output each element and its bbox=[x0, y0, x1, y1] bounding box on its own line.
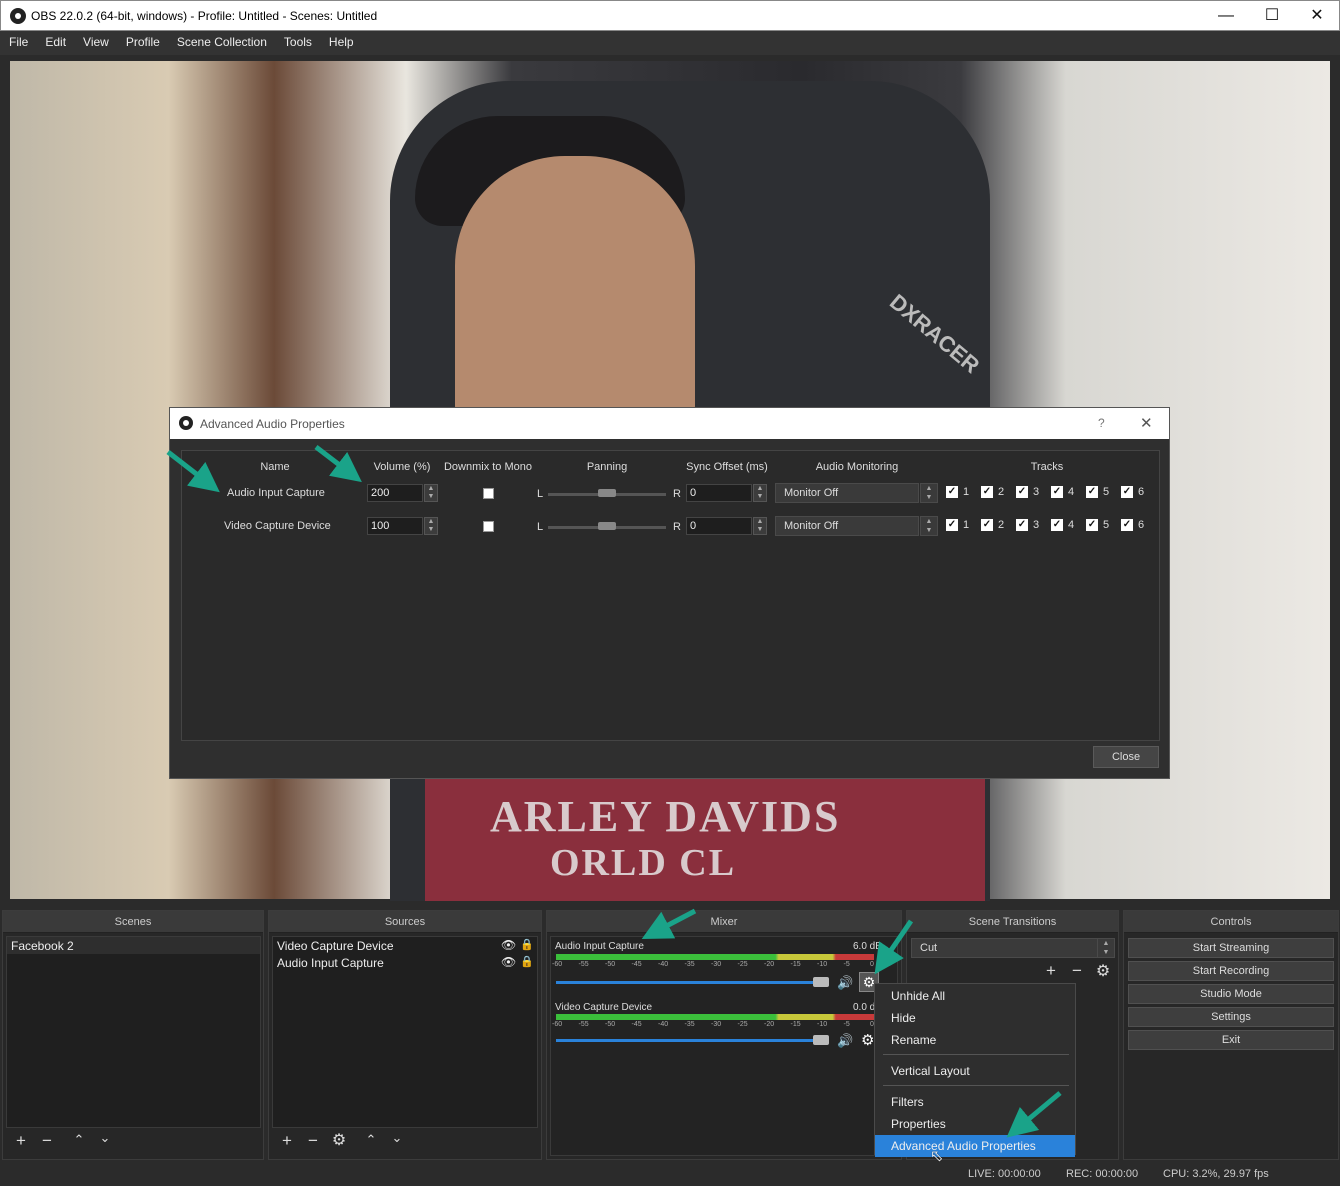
arrow-icon bbox=[314, 445, 362, 483]
arrow-icon bbox=[641, 908, 697, 939]
arrow-icon bbox=[166, 450, 220, 493]
arrow-icon bbox=[1006, 1091, 1062, 1138]
arrow-icon bbox=[874, 919, 914, 975]
annotation-arrows bbox=[166, 445, 1062, 1138]
